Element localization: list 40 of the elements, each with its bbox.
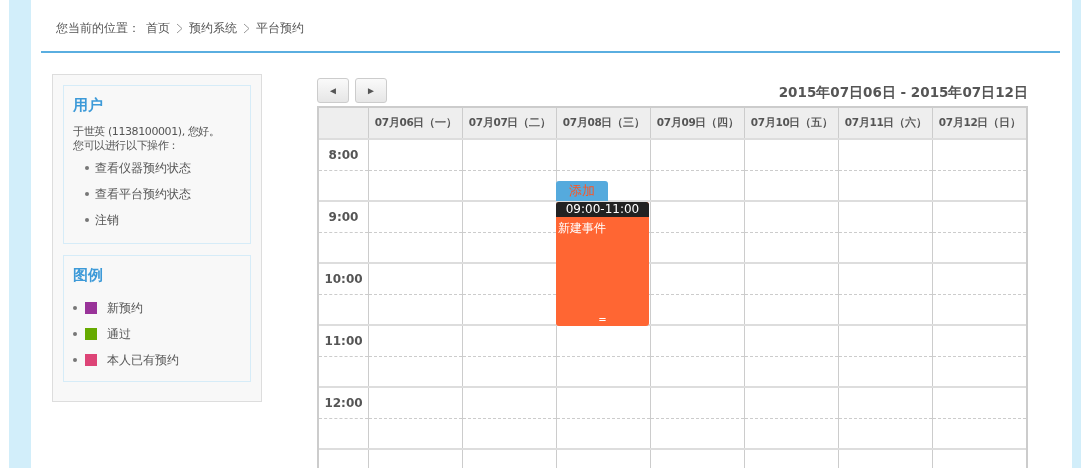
day-header: 07月06日（一） <box>368 108 462 138</box>
bullet-icon <box>85 192 89 196</box>
time-label: 11:00 <box>324 334 363 348</box>
time-label: 9:00 <box>328 210 359 224</box>
chevron-icon <box>176 23 183 34</box>
next-button[interactable]: ► <box>355 77 387 103</box>
legend-label: 新预约 <box>107 299 143 317</box>
time-label: 8:00 <box>328 148 359 162</box>
prompt-text: 您可以进行以下操作： <box>73 139 180 153</box>
bullet-icon <box>85 218 89 222</box>
previous-button[interactable]: ◄ <box>317 77 349 103</box>
legend-label: 本人已有预约 <box>107 351 179 369</box>
event-time: 09:00-11:00 <box>556 202 649 217</box>
action-link[interactable]: 查看仪器预约状态 <box>95 159 191 177</box>
day-header: 07月07日（二） <box>462 108 556 138</box>
day-header: 07月12日（日） <box>932 108 1026 138</box>
greeting-text: 于世英 (1138100001), 您好。 <box>73 125 221 139</box>
chevron-icon <box>243 23 250 34</box>
day-header: 07月09日（四） <box>650 108 744 138</box>
action-link[interactable]: 查看平台预约状态 <box>95 185 191 203</box>
breadcrumb-link[interactable]: 预约系统 <box>189 20 237 37</box>
bullet-icon <box>73 332 77 336</box>
day-header: 07月08日（三） <box>556 108 650 138</box>
breadcrumb-link[interactable]: 平台预约 <box>256 20 304 37</box>
time-label: 12:00 <box>324 396 363 410</box>
event-block[interactable]: 09:00-11:00 新建事件 = <box>556 202 649 326</box>
legend-label: 通过 <box>107 325 131 343</box>
action-link[interactable]: 注销 <box>95 211 119 229</box>
bullet-icon <box>73 358 77 362</box>
box-title: 用户 <box>73 96 104 115</box>
day-header: 07月11日（六） <box>838 108 932 138</box>
breadcrumb-link[interactable]: 首页 <box>146 20 170 37</box>
bullet-icon <box>73 306 77 310</box>
day-header: 07月10日（五） <box>744 108 838 138</box>
bullet-icon <box>85 166 89 170</box>
breadcrumb-label: 您当前的位置： <box>56 20 140 37</box>
box-title: 图例 <box>73 266 104 285</box>
time-label: 10:00 <box>324 272 363 286</box>
event-title: 新建事件 <box>557 220 607 237</box>
date-range: 2015年07日06日 - 2015年07日12日 <box>778 83 1028 102</box>
